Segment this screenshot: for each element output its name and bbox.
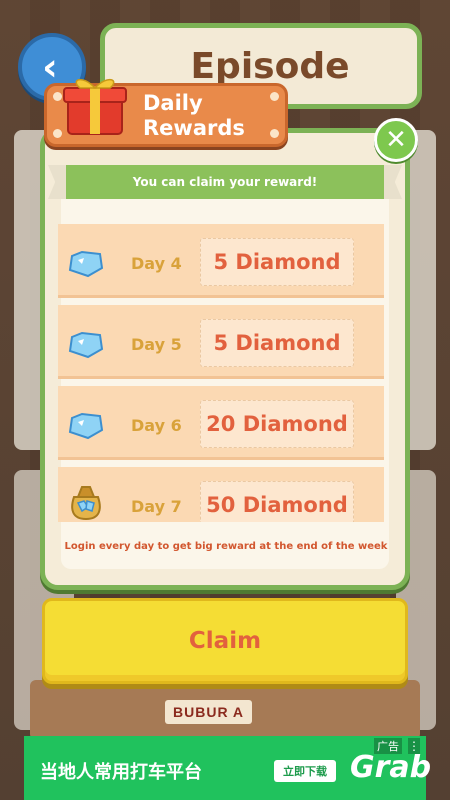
reward-amount: 5 Diamond: [200, 238, 354, 286]
reward-day-label: Day 4: [131, 254, 182, 273]
rewards-list[interactable]: Day 4 5 Diamond Day 5 5 Diamond Day 6 20…: [58, 216, 384, 522]
ad-text: 当地人常用打车平台: [40, 762, 202, 783]
ribbon-rivet: [270, 129, 279, 138]
popup-title-line2: Rewards: [143, 116, 245, 140]
reward-amount: 50 Diamond: [200, 481, 354, 522]
claim-button[interactable]: Claim: [42, 598, 408, 684]
reward-day-label: Day 6: [131, 416, 182, 435]
reward-day-label: Day 5: [131, 335, 182, 354]
ribbon-rivet: [270, 92, 279, 101]
diamond-bag-icon: [71, 486, 101, 521]
claim-status-banner: You can claim your reward!: [62, 165, 388, 199]
reward-row-day6: Day 6 20 Diamond: [58, 386, 384, 460]
reward-day-label: Day 7: [131, 497, 182, 516]
ribbon-rivet: [53, 129, 62, 138]
page-title: Episode: [190, 45, 350, 87]
ad-label: 广告: [374, 738, 402, 754]
reward-amount: 20 Diamond: [200, 400, 354, 448]
reward-row-day5: Day 5 5 Diamond: [58, 305, 384, 379]
popup-title-line1: Daily: [143, 91, 203, 115]
diamond-icon: [68, 412, 104, 440]
close-icon: ✕: [385, 125, 407, 155]
claim-status-text: You can claim your reward!: [132, 175, 318, 189]
ad-banner[interactable]: 当地人常用打车平台 立即下载 Grab 广告 ⋮: [24, 736, 431, 800]
popup-title: Daily Rewards: [143, 91, 245, 141]
reward-amount: 5 Diamond: [200, 319, 354, 367]
ribbon-rivet: [53, 92, 62, 101]
ad-download-button[interactable]: 立即下载: [274, 760, 336, 782]
reward-row-day4: Day 4 5 Diamond: [58, 224, 384, 298]
close-button[interactable]: ✕: [374, 118, 418, 162]
diamond-icon: [68, 250, 104, 278]
reward-footer-note: Login every day to get big reward at the…: [64, 541, 388, 552]
reward-row-day7: Day 7 50 Diamond: [58, 467, 384, 522]
ad-brand-logo: Grab: [350, 750, 432, 785]
ad-more-icon[interactable]: ⋮: [408, 738, 420, 754]
diamond-icon: [68, 331, 104, 359]
background-sign: BUBUR A: [165, 700, 253, 724]
claim-button-label: Claim: [188, 628, 262, 654]
back-arrow-icon: ‹: [42, 45, 58, 89]
gift-icon: [63, 78, 127, 135]
